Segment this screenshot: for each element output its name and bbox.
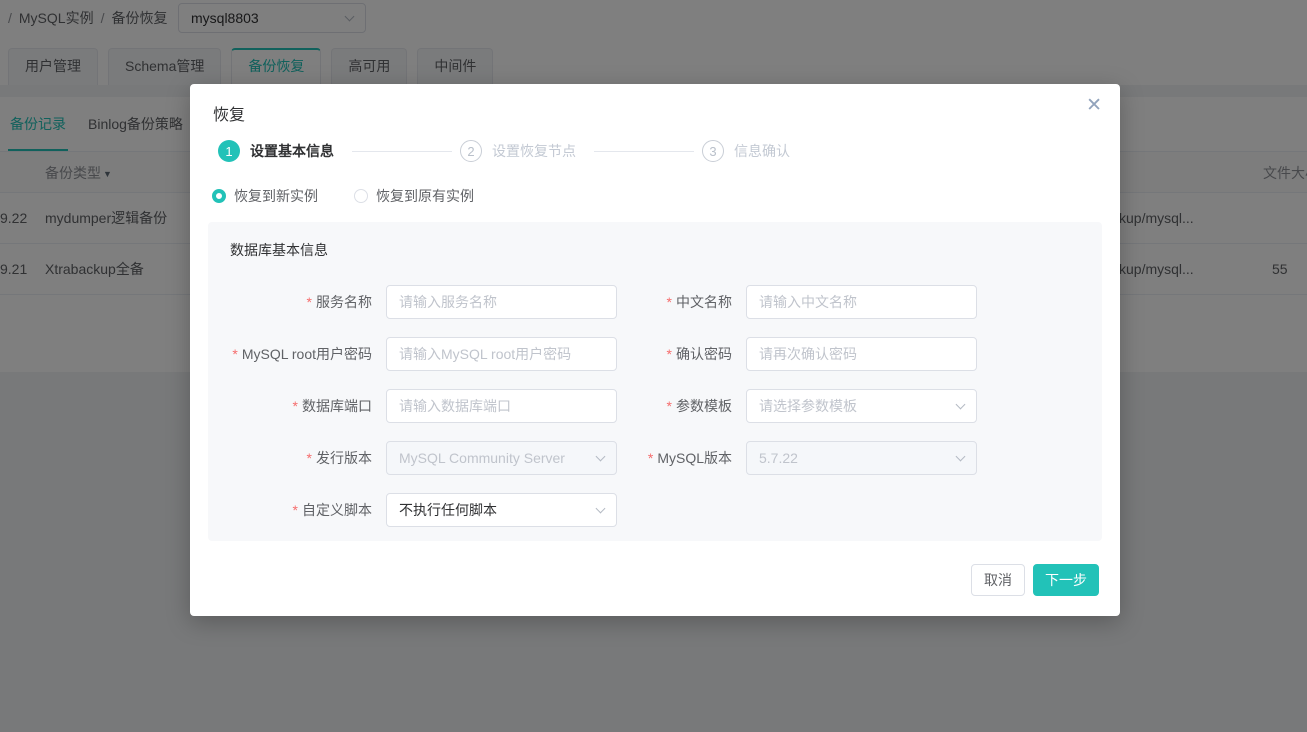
- step-confirm-info: 3 信息确认: [702, 140, 800, 162]
- custom-script-select[interactable]: 不执行任何脚本: [386, 493, 617, 527]
- root-password-input[interactable]: [386, 337, 617, 371]
- required-mark: *: [306, 450, 312, 466]
- select-value: MySQL Community Server: [399, 450, 565, 466]
- chevron-down-icon: [955, 399, 966, 409]
- select-value: 不执行任何脚本: [399, 502, 497, 518]
- field-label-cn-name: * 中文名称: [666, 294, 732, 310]
- radio-restore-to-new-instance[interactable]: 恢复到新实例: [212, 186, 318, 206]
- step-number: 3: [702, 140, 724, 162]
- form-row: *服务名称 *中文名称: [230, 285, 1102, 319]
- required-mark: *: [232, 346, 238, 362]
- next-step-button[interactable]: 下一步: [1033, 564, 1099, 596]
- radio-unselected-icon: [354, 189, 368, 203]
- cn-name-input[interactable]: [746, 285, 977, 319]
- dialog-title: 恢复: [213, 107, 246, 124]
- field-label-service-name: * 服务名称: [306, 294, 372, 310]
- required-mark: *: [292, 502, 298, 518]
- required-mark: *: [666, 294, 672, 310]
- required-mark: *: [647, 450, 654, 466]
- database-basic-info-section: 数据库基本信息 *服务名称 *中文名称 *MySQL root用户密码 *确认密…: [208, 222, 1102, 541]
- field-label-release-version: * 发行版本: [306, 450, 372, 466]
- radio-selected-icon: [212, 189, 226, 203]
- radio-label: 恢复到新实例: [234, 188, 318, 204]
- close-icon[interactable]: ✕: [1086, 96, 1102, 115]
- step-connector: [594, 150, 694, 152]
- cancel-button[interactable]: 取消: [971, 564, 1025, 596]
- restore-target-radio-group: 恢复到新实例 恢复到原有实例: [212, 186, 474, 206]
- chevron-down-icon: [595, 503, 606, 513]
- field-label-root-password: * MySQL root用户密码: [232, 346, 372, 362]
- step-restore-node: 2 设置恢复节点: [460, 140, 586, 162]
- step-connector: [352, 150, 452, 152]
- form-row: *MySQL root用户密码 *确认密码: [230, 337, 1102, 371]
- mysql-version-select: 5.7.22: [746, 441, 977, 475]
- step-label: 信息确认: [734, 143, 790, 159]
- db-port-input[interactable]: [386, 389, 617, 423]
- step-number: 2: [460, 140, 482, 162]
- radio-restore-to-existing-instance[interactable]: 恢复到原有实例: [354, 186, 474, 206]
- field-label-param-template: * 参数模板: [666, 398, 732, 414]
- app-screen: / MySQL实例 / 备份恢复 mysql8803 用户管理 Schema管理…: [0, 0, 1307, 732]
- field-label-db-port: * 数据库端口: [292, 398, 372, 414]
- chevron-down-icon: [955, 451, 966, 461]
- step-label: 设置恢复节点: [492, 143, 576, 159]
- param-template-select[interactable]: 请选择参数模板: [746, 389, 977, 423]
- dialog-footer: 取消 下一步: [971, 564, 1099, 596]
- field-label-custom-script: * 自定义脚本: [292, 502, 372, 518]
- required-mark: *: [306, 294, 312, 310]
- required-mark: *: [292, 398, 298, 414]
- required-mark: *: [666, 398, 672, 414]
- field-label-confirm-password: * 确认密码: [666, 346, 732, 362]
- form-row: * 自定义脚本 不执行任何脚本: [230, 493, 1102, 527]
- steps-indicator: 1 设置基本信息 2 设置恢复节点 3 信息确认: [218, 140, 800, 162]
- release-version-select: MySQL Community Server: [386, 441, 617, 475]
- radio-label: 恢复到原有实例: [376, 188, 474, 204]
- required-mark: *: [666, 346, 672, 362]
- restore-dialog: 恢复 ✕ 1 设置基本信息 2 设置恢复节点 3 信息确认 恢复到新实例 恢复到…: [190, 84, 1120, 616]
- section-title: 数据库基本信息: [230, 242, 328, 258]
- field-label-mysql-version: * MySQL版本: [647, 450, 732, 466]
- service-name-input[interactable]: [386, 285, 617, 319]
- form-row: * 发行版本 MySQL Community Server * MySQL版本 5.…: [230, 441, 1102, 475]
- select-value: 5.7.22: [759, 450, 798, 466]
- chevron-down-icon: [595, 451, 606, 461]
- select-placeholder: 请选择参数模板: [759, 398, 857, 414]
- step-label: 设置基本信息: [250, 143, 334, 159]
- form-row: *数据库端口 *参数模板 请选择参数模板: [230, 389, 1102, 423]
- step-basic-info: 1 设置基本信息: [218, 140, 344, 162]
- confirm-password-input[interactable]: [746, 337, 977, 371]
- step-number: 1: [218, 140, 240, 162]
